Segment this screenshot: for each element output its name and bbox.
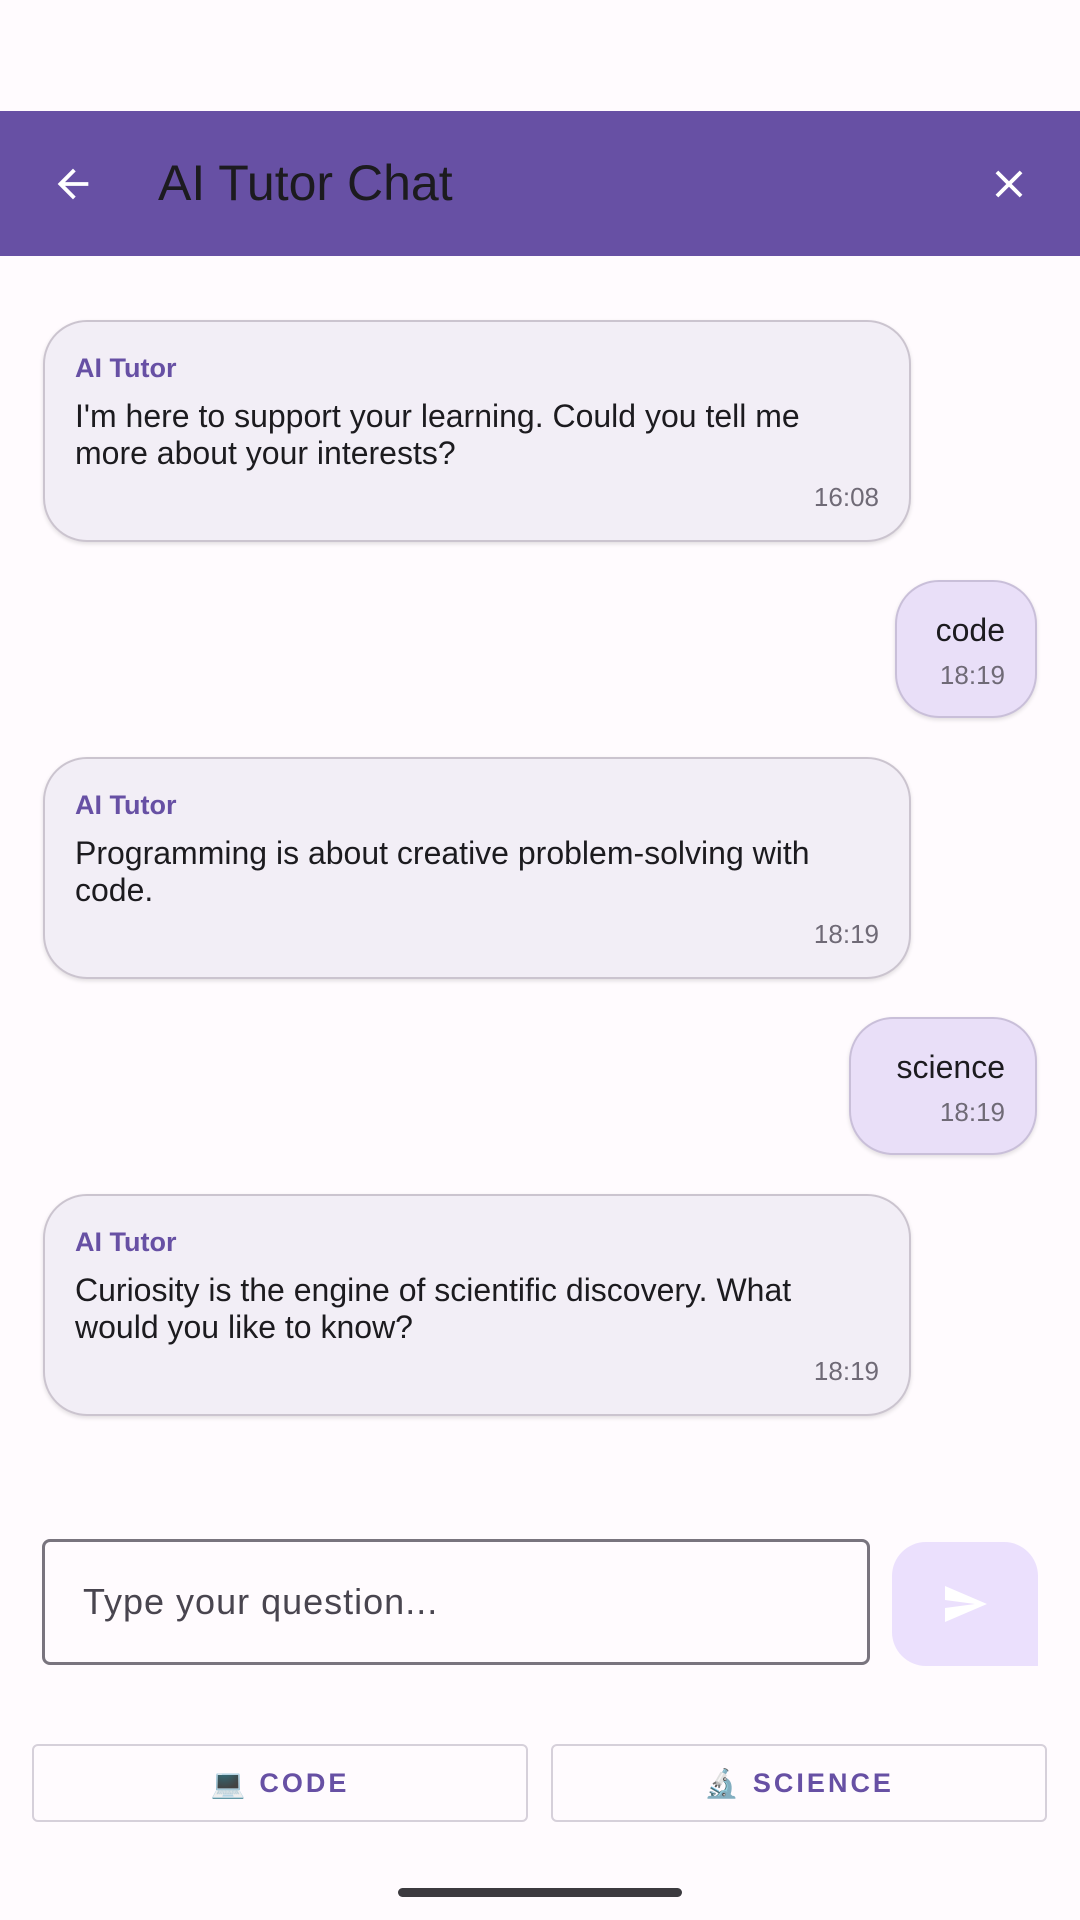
laptop-icon: 💻 <box>210 1767 246 1799</box>
message-text: I'm here to support your learning. Could… <box>75 398 800 471</box>
message-time: 18:19 <box>813 919 879 949</box>
send-button[interactable] <box>892 1542 1038 1666</box>
message-time: 16:08 <box>813 482 879 512</box>
user-message: science 18:19 <box>849 1017 1037 1155</box>
message-text: code <box>935 612 1005 648</box>
back-button[interactable] <box>38 149 108 219</box>
question-input[interactable] <box>42 1539 870 1665</box>
message-text: Curiosity is the engine of scientific di… <box>75 1272 792 1345</box>
user-message: code 18:19 <box>895 580 1037 718</box>
quick-action-science-button[interactable]: 🔬 SCIENCE <box>551 1744 1047 1822</box>
composer <box>0 1488 1080 1688</box>
status-bar <box>0 0 1080 111</box>
ai-message: AI Tutor I'm here to support your learni… <box>43 320 911 542</box>
quick-actions: 💻 CODE 🔬 SCIENCE <box>0 1740 1080 1824</box>
quick-action-label: CODE <box>259 1767 350 1798</box>
page-title: AI Tutor Chat <box>158 155 453 211</box>
close-button[interactable] <box>974 149 1044 219</box>
message-sender: AI Tutor <box>75 790 177 820</box>
send-icon <box>945 1586 987 1622</box>
ai-message: AI Tutor Curiosity is the engine of scie… <box>43 1194 911 1416</box>
message-sender: AI Tutor <box>75 1227 177 1257</box>
microscope-icon: 🔬 <box>704 1767 739 1799</box>
ai-message: AI Tutor Programming is about creative p… <box>43 757 911 979</box>
close-icon <box>995 170 1023 198</box>
message-sender: AI Tutor <box>75 353 177 383</box>
message-text: science <box>896 1049 1006 1085</box>
home-indicator[interactable] <box>398 1888 682 1897</box>
chat-messages[interactable]: AI Tutor I'm here to support your learni… <box>0 256 1080 1488</box>
message-time: 18:19 <box>813 1356 879 1386</box>
quick-action-code-button[interactable]: 💻 CODE <box>32 1744 528 1822</box>
app-bar: AI Tutor Chat <box>0 111 1080 256</box>
message-time: 18:19 <box>939 660 1005 690</box>
quick-action-label: SCIENCE <box>752 1767 894 1798</box>
message-text: Programming is about creative problem-so… <box>75 835 810 908</box>
message-time: 18:19 <box>939 1097 1005 1127</box>
arrow-left-icon <box>57 168 89 200</box>
